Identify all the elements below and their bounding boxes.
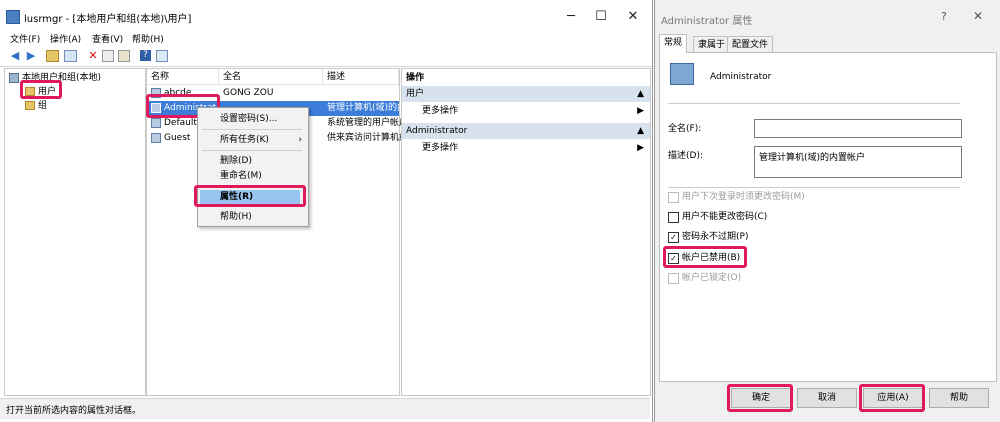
up-folder-icon[interactable] xyxy=(46,50,59,62)
ctx-all-tasks-label: 所有任务(K) xyxy=(220,135,269,145)
row-desc: 供来宾访问计算机或 xyxy=(327,133,409,143)
minimize-button[interactable]: ─ xyxy=(560,6,582,28)
folder-icon xyxy=(25,101,35,110)
tab-general[interactable]: 常规 xyxy=(659,34,688,53)
menu-separator xyxy=(202,129,302,130)
tree-item-groups[interactable]: 组 xyxy=(25,99,47,114)
help-button[interactable]: 帮助 xyxy=(929,388,989,408)
dialog-close-button[interactable]: ✕ xyxy=(973,9,983,23)
arrow-right-icon: ▶ xyxy=(637,106,644,116)
status-bar: 打开当前所选内容的属性对话框。 xyxy=(0,398,650,419)
account-locked-label: 帐户已锁定(O) xyxy=(682,273,742,283)
ctx-help[interactable]: 帮助(H) xyxy=(220,210,252,224)
password-never-expires-label: 密码永不过期(P) xyxy=(682,232,749,242)
chevron-right-icon: › xyxy=(298,135,302,145)
user-icon xyxy=(151,132,161,143)
mmc-icon[interactable] xyxy=(156,50,168,62)
dialog-help-button[interactable]: ? xyxy=(941,10,947,23)
cannot-change-password-label: 用户不能更改密码(C) xyxy=(682,212,768,222)
highlight-users xyxy=(20,80,62,99)
forward-icon[interactable]: ▶ xyxy=(24,49,38,63)
must-change-password-label: 用户下次登录时须更改密码(M) xyxy=(682,192,805,202)
description-input[interactable]: 管理计算机(域)的内置帐户 xyxy=(754,146,962,178)
ctx-all-tasks[interactable]: 所有任务(K) › xyxy=(220,133,302,147)
tab-member-of[interactable]: 隶属于 xyxy=(693,36,731,53)
maximize-button[interactable]: ☐ xyxy=(590,6,612,28)
password-never-expires-checkbox[interactable]: ✓ xyxy=(668,232,679,243)
cannot-change-password-checkbox[interactable] xyxy=(668,212,679,223)
row-name: Guest xyxy=(164,133,191,143)
row-fullname: GONG ZOU xyxy=(223,88,274,98)
computer-icon xyxy=(9,72,19,83)
menu-file[interactable]: 文件(F) xyxy=(10,32,40,45)
title-bar: lusrmgr - [本地用户和组(本地)\用户] ─ ☐ ✕ xyxy=(0,0,652,34)
menu-separator xyxy=(202,150,302,151)
tab-panel: Administrator 全名(F): 描述(D): 管理计算机(域)的内置帐… xyxy=(659,52,997,382)
actions-section-title: 用户 xyxy=(406,89,425,99)
user-account-icon xyxy=(670,63,694,85)
actions-header: 操作 xyxy=(406,73,425,83)
properties-icon[interactable] xyxy=(102,50,114,62)
description-value: 管理计算机(域)的内置帐户 xyxy=(759,153,866,163)
col-header-description[interactable]: 描述 xyxy=(323,69,399,85)
export-icon[interactable] xyxy=(118,50,130,62)
close-button[interactable]: ✕ xyxy=(622,6,644,28)
actions-pane: 操作 用户 ▲ 更多操作 ▶ Administrator ▲ 更多操作 ▶ xyxy=(401,68,651,396)
account-locked-checkbox[interactable] xyxy=(668,273,679,284)
ctx-rename[interactable]: 重命名(M) xyxy=(220,169,262,183)
actions-section-administrator[interactable]: Administrator ▲ xyxy=(402,123,650,139)
action-more[interactable]: 更多操作 ▶ xyxy=(422,140,644,156)
dialog-title: Administrator 属性 xyxy=(661,16,753,27)
action-more[interactable]: 更多操作 ▶ xyxy=(422,103,644,119)
highlight-account-disabled xyxy=(663,246,747,268)
actions-section-title: Administrator xyxy=(406,126,468,136)
lusrmgr-window: lusrmgr - [本地用户和组(本地)\用户] ─ ☐ ✕ 文件(F) 操作… xyxy=(0,0,653,422)
window-title: lusrmgr - [本地用户和组(本地)\用户] xyxy=(24,14,192,25)
highlight-apply xyxy=(859,384,925,412)
ctx-set-password[interactable]: 设置密码(S)... xyxy=(220,112,277,126)
action-more-label: 更多操作 xyxy=(422,106,459,116)
arrow-right-icon: ▶ xyxy=(637,143,644,153)
tree-item-groups-label: 组 xyxy=(38,101,48,111)
highlight-properties xyxy=(194,185,306,207)
tab-profile[interactable]: 配置文件 xyxy=(727,36,774,53)
row-desc: 系统管理的用户帐户 xyxy=(327,118,409,128)
col-header-name[interactable]: 名称 xyxy=(147,69,219,85)
row-desc: 管理计算机(域)的内 xyxy=(327,103,407,113)
menu-view[interactable]: 查看(V) xyxy=(92,32,123,45)
highlight-ok xyxy=(727,384,793,412)
delete-icon[interactable]: ✕ xyxy=(86,49,100,63)
properties-dialog: Administrator 属性 ? ✕ 常规 隶属于 配置文件 Adminis… xyxy=(654,0,1000,422)
user-icon xyxy=(151,117,161,128)
account-name: Administrator xyxy=(710,72,772,82)
actions-section-users[interactable]: 用户 ▲ xyxy=(402,86,650,102)
must-change-password-checkbox[interactable] xyxy=(668,192,679,203)
description-label: 描述(D): xyxy=(668,151,703,161)
help-icon[interactable]: ? xyxy=(140,50,151,61)
toolbar: ◀ ▶ ✕ ? xyxy=(0,46,652,67)
status-text: 打开当前所选内容的属性对话框。 xyxy=(6,406,142,416)
fullname-input[interactable] xyxy=(754,119,962,138)
cancel-button[interactable]: 取消 xyxy=(797,388,857,408)
tree-pane: 本地用户和组(本地) 用户 组 xyxy=(4,68,146,396)
menu-action[interactable]: 操作(A) xyxy=(50,32,81,45)
menu-bar: 文件(F) 操作(A) 查看(V) 帮助(H) xyxy=(0,30,652,46)
context-menu: 设置密码(S)... 所有任务(K) › 删除(D) 重命名(M) 属性(R) 帮… xyxy=(197,107,309,227)
collapse-icon[interactable]: ▲ xyxy=(637,86,644,102)
ctx-delete[interactable]: 删除(D) xyxy=(220,154,252,168)
menu-help[interactable]: 帮助(H) xyxy=(132,32,164,45)
show-tree-icon[interactable] xyxy=(64,50,77,62)
fullname-label: 全名(F): xyxy=(668,124,702,134)
divider xyxy=(668,187,960,188)
action-more-label: 更多操作 xyxy=(422,143,459,153)
col-header-fullname[interactable]: 全名 xyxy=(219,69,323,85)
collapse-icon[interactable]: ▲ xyxy=(637,123,644,139)
divider xyxy=(668,103,960,104)
app-icon xyxy=(6,10,20,24)
back-icon[interactable]: ◀ xyxy=(8,49,22,63)
